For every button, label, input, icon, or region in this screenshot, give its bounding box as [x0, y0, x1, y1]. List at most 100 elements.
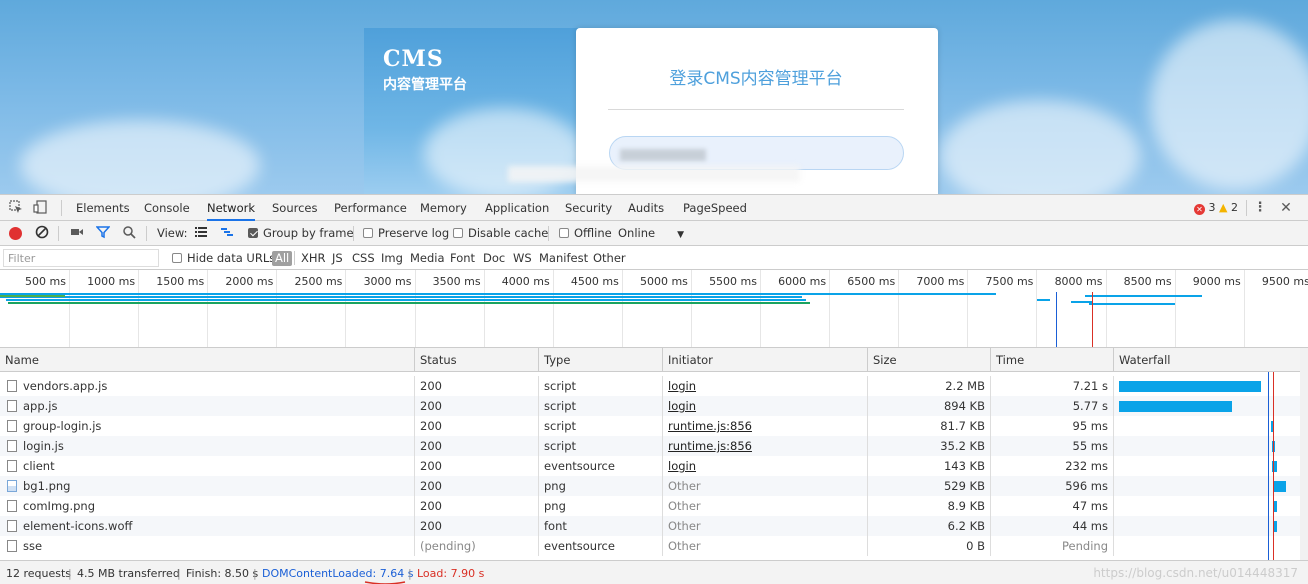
cell-waterfall — [1113, 396, 1300, 416]
table-row[interactable]: element-icons.woff 200 font Other 6.2 KB 44 m… — [0, 516, 1300, 536]
table-row[interactable]: login.js 200 script runtime.js:856 35.2 KB 55… — [0, 436, 1300, 456]
offline-checkbox[interactable]: Offline — [559, 221, 612, 246]
filter-type-doc[interactable]: Doc — [483, 246, 505, 270]
inspect-element-icon[interactable] — [8, 200, 24, 216]
tab-application[interactable]: Application — [485, 195, 549, 221]
filter-icon[interactable] — [95, 225, 111, 241]
table-row[interactable]: group-login.js 200 script runtime.js:856 81.… — [0, 416, 1300, 436]
video-camera-icon[interactable] — [69, 225, 85, 241]
load-marker-line — [1091, 292, 1093, 347]
column-header-status[interactable]: Status — [414, 348, 538, 372]
initiator-link[interactable]: login — [668, 399, 696, 413]
cell-initiator: Other — [662, 516, 867, 536]
tab-sources[interactable]: Sources — [272, 195, 318, 221]
tab-audits[interactable]: Audits — [628, 195, 664, 221]
disable-cache-checkbox[interactable]: Disable cache — [453, 221, 548, 246]
group-by-frame-checkbox[interactable]: Group by frame — [248, 221, 354, 246]
status-text: 200 — [420, 459, 442, 473]
table-scrollbar[interactable] — [1300, 348, 1308, 560]
cell-size: 0 B — [867, 536, 990, 556]
cell-time: 44 ms — [990, 516, 1113, 536]
name-text: group-login.js — [23, 419, 102, 433]
size-text: 35.2 KB — [940, 439, 985, 453]
timeline-request-bar — [5, 299, 806, 301]
brand-logo: CMS — [383, 46, 444, 72]
more-options-icon[interactable]: ⋮ — [1252, 200, 1268, 216]
cell-name: app.js — [0, 396, 414, 416]
close-icon[interactable]: ✕ — [1278, 200, 1294, 216]
network-toolbar: View: Group by frame Preserve log Disabl… — [0, 221, 1308, 246]
timeline-overview[interactable]: 500 ms 1000 ms 1500 ms 2000 ms 2500 ms 3000 m… — [0, 270, 1308, 348]
throttling-select[interactable]: Online ▼ — [618, 221, 684, 246]
record-button[interactable] — [9, 227, 22, 240]
tab-network[interactable]: Network — [207, 195, 256, 221]
tab-memory[interactable]: Memory — [420, 195, 467, 221]
filter-type-font[interactable]: Font — [450, 246, 475, 270]
table-body: vendors.app.js 200 script login 2.2 MB 7.21 s… — [0, 372, 1300, 560]
column-header-initiator[interactable]: Initiator — [662, 348, 867, 372]
filter-input[interactable] — [3, 249, 159, 267]
initiator-link[interactable]: login — [668, 379, 696, 393]
timeline-request-bar — [0, 293, 997, 295]
domcontentloaded-label: DOMContentLoaded: — [262, 567, 380, 580]
filter-type-media[interactable]: Media — [410, 246, 445, 270]
username-input[interactable] — [609, 136, 904, 170]
filter-type-all[interactable]: All — [272, 251, 293, 266]
timeline-gridline — [69, 270, 70, 347]
waterfall-bar — [1273, 501, 1277, 512]
table-row[interactable]: app.js 200 script login 894 KB 5.77 s — [0, 396, 1300, 416]
waterfall-dcl-line — [1268, 372, 1270, 560]
separator — [58, 226, 59, 241]
column-header-waterfall[interactable]: Waterfall — [1113, 348, 1300, 372]
table-row[interactable]: sse (pending) eventsource Other 0 B Pending — [0, 536, 1300, 556]
timeline-gridline — [276, 270, 278, 347]
type-text: png — [544, 499, 566, 513]
table-row[interactable]: bg1.png 200 png Other 529 KB 596 ms — [0, 476, 1300, 496]
cell-waterfall — [1113, 416, 1300, 436]
name-text: element-icons.woff — [23, 519, 133, 533]
column-header-name[interactable]: Name — [0, 348, 414, 372]
column-header-time[interactable]: Time — [990, 348, 1113, 372]
preserve-log-checkbox[interactable]: Preserve log — [363, 221, 449, 246]
cell-name: vendors.app.js — [0, 376, 414, 396]
filter-type-css[interactable]: CSS — [352, 246, 375, 270]
filter-type-ws[interactable]: WS — [513, 246, 532, 270]
cell-type: eventsource — [538, 456, 662, 476]
cell-waterfall — [1113, 456, 1300, 476]
filter-type-other[interactable]: Other — [593, 246, 626, 270]
filter-type-manifest[interactable]: Manifest — [539, 246, 588, 270]
column-header-size[interactable]: Size — [867, 348, 990, 372]
table-row[interactable]: client 200 eventsource login 143 KB 232 ms — [0, 456, 1300, 476]
tab-pagespeed[interactable]: PageSpeed — [683, 195, 747, 221]
initiator-link[interactable]: runtime.js:856 — [668, 419, 752, 433]
search-icon[interactable] — [121, 225, 137, 241]
size-text: 0 B — [966, 539, 985, 553]
issue-counts[interactable]: ✕ 3 ▲ 2 — [1194, 201, 1238, 215]
cell-initiator: Other — [662, 536, 867, 556]
cell-initiator: login — [662, 376, 867, 396]
checkbox-checked-icon — [248, 228, 258, 238]
initiator-link[interactable]: login — [668, 459, 696, 473]
filter-type-js[interactable]: JS — [332, 246, 343, 270]
tab-security[interactable]: Security — [565, 195, 612, 221]
error-icon: ✕ — [1194, 204, 1206, 215]
tab-console[interactable]: Console — [144, 195, 190, 221]
clear-icon[interactable] — [34, 225, 50, 241]
checkbox-icon — [453, 228, 463, 238]
size-text: 529 KB — [943, 479, 985, 493]
cell-size: 8.9 KB — [867, 496, 990, 516]
hide-data-urls-checkbox[interactable]: Hide data URLs — [172, 246, 275, 270]
filter-type-xhr[interactable]: XHR — [301, 246, 326, 270]
tab-performance[interactable]: Performance — [334, 195, 407, 221]
blurred-text — [620, 149, 706, 161]
table-row[interactable]: comImg.png 200 png Other 8.9 KB 47 ms — [0, 496, 1300, 516]
filter-type-img[interactable]: Img — [381, 246, 403, 270]
timeline-request-bar — [1036, 299, 1051, 301]
column-header-type[interactable]: Type — [538, 348, 662, 372]
table-row[interactable]: vendors.app.js 200 script login 2.2 MB 7.21 s — [0, 376, 1300, 396]
device-toolbar-icon[interactable] — [32, 200, 48, 216]
initiator-link[interactable]: runtime.js:856 — [668, 439, 752, 453]
tab-elements[interactable]: Elements — [76, 195, 130, 221]
waterfall-view-icon[interactable] — [219, 225, 235, 241]
large-rows-icon[interactable] — [193, 225, 209, 241]
